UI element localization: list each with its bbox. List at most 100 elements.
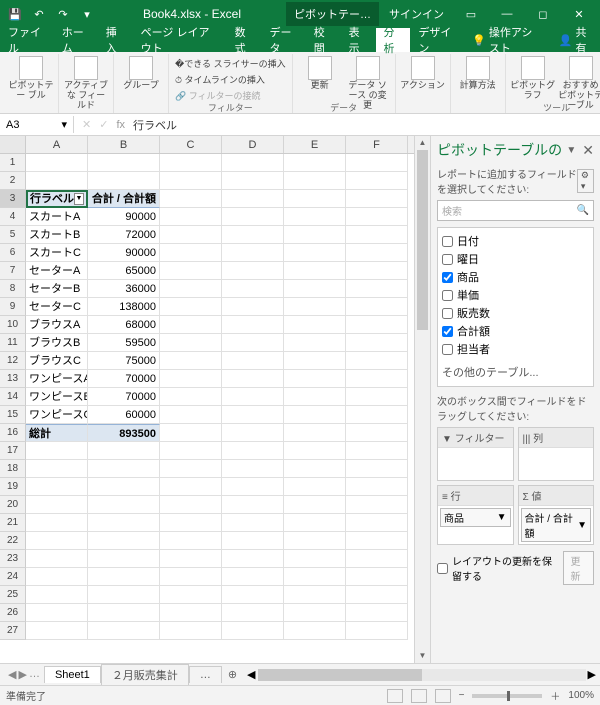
cell[interactable] [160, 586, 222, 604]
row-header[interactable]: 24 [0, 568, 26, 586]
defer-update-checkbox[interactable] [437, 563, 448, 574]
cell[interactable] [346, 460, 408, 478]
cell[interactable] [346, 550, 408, 568]
cell[interactable] [346, 622, 408, 640]
view-normal-icon[interactable] [387, 689, 403, 703]
tab-page-layout[interactable]: ページ レイアウト [133, 28, 227, 52]
cell[interactable] [160, 442, 222, 460]
cell[interactable] [26, 568, 88, 586]
cell[interactable] [346, 352, 408, 370]
field-checkbox[interactable] [442, 290, 453, 301]
row-header[interactable]: 7 [0, 262, 26, 280]
cell[interactable] [88, 442, 160, 460]
cell[interactable]: 75000 [88, 352, 160, 370]
field-checkbox-item[interactable]: 曜日 [442, 250, 589, 268]
cell[interactable] [222, 208, 284, 226]
cell[interactable] [284, 442, 346, 460]
cell[interactable] [222, 568, 284, 586]
field-checkbox-item[interactable]: 単価 [442, 286, 589, 304]
cell[interactable] [222, 388, 284, 406]
row-header[interactable]: 20 [0, 496, 26, 514]
cell[interactable] [222, 172, 284, 190]
cell[interactable] [160, 298, 222, 316]
row-header[interactable]: 25 [0, 586, 26, 604]
tell-me-assist[interactable]: 💡操作アシスト [464, 28, 551, 52]
cell[interactable] [160, 532, 222, 550]
cell[interactable] [284, 154, 346, 172]
cell[interactable] [346, 316, 408, 334]
row-header[interactable]: 21 [0, 514, 26, 532]
redo-icon[interactable]: ↷ [52, 3, 74, 25]
cell[interactable] [88, 568, 160, 586]
pane-options-icon[interactable]: ▼ [566, 145, 576, 156]
cell[interactable]: 60000 [88, 406, 160, 424]
tab-review[interactable]: 校閲 [306, 28, 341, 52]
row-field-item[interactable]: 商品▼ [440, 508, 511, 527]
cell[interactable] [284, 226, 346, 244]
signin-button[interactable]: サインイン [381, 6, 452, 22]
sheet-nav-next-icon[interactable]: ▶ [18, 668, 26, 681]
cell[interactable] [346, 280, 408, 298]
row-header[interactable]: 15 [0, 406, 26, 424]
cell[interactable] [284, 424, 346, 442]
tab-design[interactable]: デザイン [410, 28, 464, 52]
cell[interactable] [346, 334, 408, 352]
cell[interactable] [222, 352, 284, 370]
cell[interactable]: ブラウスB [26, 334, 88, 352]
cell[interactable]: ワンピースA [26, 370, 88, 388]
zoom-out-button[interactable]: − [459, 690, 465, 701]
name-box[interactable]: A3▾ [0, 116, 74, 133]
view-page-break-icon[interactable] [435, 689, 451, 703]
cell[interactable] [160, 496, 222, 514]
cell[interactable] [222, 550, 284, 568]
cell[interactable] [346, 208, 408, 226]
cell[interactable]: 70000 [88, 370, 160, 388]
sheet-nav-more-icon[interactable]: … [29, 668, 40, 681]
cell[interactable] [222, 604, 284, 622]
tab-file[interactable]: ファイル [0, 28, 54, 52]
row-header[interactable]: 27 [0, 622, 26, 640]
scroll-thumb[interactable] [417, 150, 428, 330]
cell[interactable] [222, 532, 284, 550]
cell[interactable] [284, 280, 346, 298]
row-header[interactable]: 10 [0, 316, 26, 334]
cell[interactable] [160, 208, 222, 226]
columns-area[interactable]: ||| 列 [518, 427, 595, 481]
field-checkbox-item[interactable]: 商品 [442, 268, 589, 286]
cell[interactable]: 70000 [88, 388, 160, 406]
cell[interactable] [26, 514, 88, 532]
cell[interactable]: 893500 [88, 424, 160, 442]
row-header[interactable]: 18 [0, 460, 26, 478]
tab-analyze[interactable]: 分析 [376, 28, 411, 52]
cell[interactable] [160, 352, 222, 370]
cell[interactable] [222, 514, 284, 532]
cell[interactable] [284, 244, 346, 262]
cell[interactable]: 68000 [88, 316, 160, 334]
cell[interactable] [222, 622, 284, 640]
col-header-B[interactable]: B [88, 136, 160, 153]
cell[interactable] [160, 460, 222, 478]
cell[interactable] [88, 586, 160, 604]
row-header[interactable]: 3 [0, 190, 26, 208]
cell[interactable] [346, 298, 408, 316]
cell[interactable] [284, 370, 346, 388]
cell[interactable]: ブラウスC [26, 352, 88, 370]
cell[interactable] [160, 172, 222, 190]
cell[interactable] [88, 532, 160, 550]
cell[interactable]: ブラウスA [26, 316, 88, 334]
filter-area[interactable]: ▼ フィルター [437, 427, 514, 481]
insert-slicer-button[interactable]: �できる スライサーの挿入 [173, 56, 288, 71]
pivot-table-button[interactable]: ピボットテー ブル [8, 54, 54, 101]
col-header-F[interactable]: F [346, 136, 408, 153]
active-field-button[interactable]: アクティブな フィールド [63, 54, 109, 111]
scroll-up-icon[interactable]: ▲ [415, 136, 430, 150]
cell[interactable] [88, 514, 160, 532]
field-checkbox-item[interactable]: 担当者 [442, 340, 589, 358]
cell[interactable] [284, 298, 346, 316]
values-area[interactable]: Σ 値 合計 / 合計額▼ [518, 485, 595, 545]
zoom-in-button[interactable]: ＋ [550, 688, 560, 703]
cell[interactable] [160, 424, 222, 442]
cell[interactable] [284, 262, 346, 280]
filter-dropdown-icon[interactable]: ▼ [74, 193, 84, 205]
cell[interactable] [284, 172, 346, 190]
